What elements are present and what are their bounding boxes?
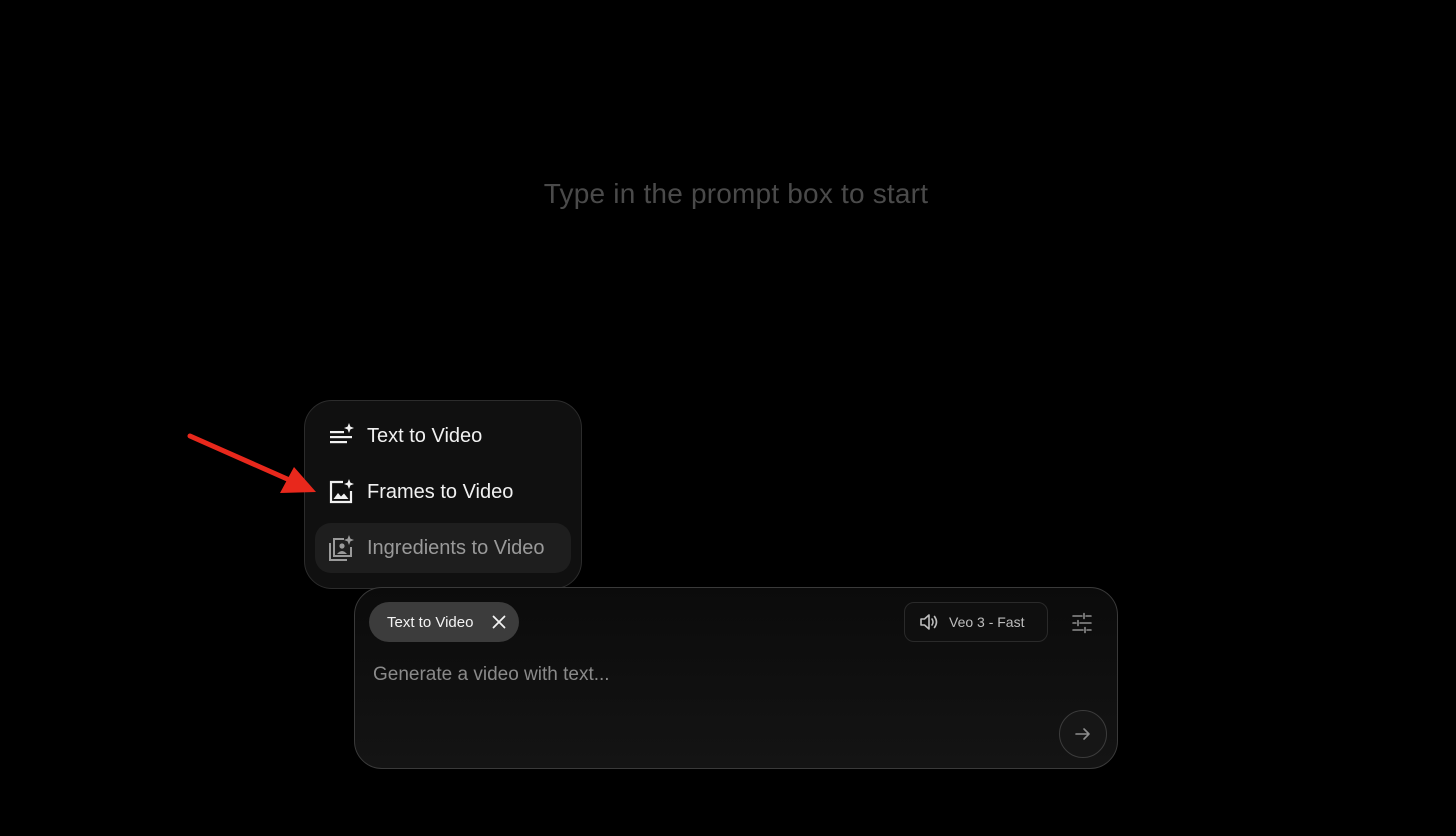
empty-state-hint: Type in the prompt box to start: [543, 178, 929, 209]
menu-item-label: Ingredients to Video: [367, 536, 545, 559]
send-button[interactable]: [1059, 710, 1107, 758]
menu-item-text-to-video[interactable]: Text to Video: [315, 411, 571, 461]
text-sparkle-icon: [327, 422, 355, 450]
model-selector-button[interactable]: Veo 3 - Fast: [904, 602, 1048, 642]
prompt-input[interactable]: [373, 660, 973, 690]
sliders-icon: [1072, 612, 1092, 634]
mode-chip[interactable]: Text to Video: [369, 602, 519, 642]
model-label: Veo 3 - Fast: [949, 614, 1025, 630]
menu-item-frames-to-video[interactable]: Frames to Video: [315, 467, 571, 517]
close-icon[interactable]: [489, 612, 509, 632]
volume-icon: [919, 612, 939, 632]
image-sparkle-icon: [327, 478, 355, 506]
page: Type in the prompt box to start Text to …: [0, 0, 1456, 836]
stacked-images-sparkle-icon: [327, 534, 355, 562]
menu-item-label: Frames to Video: [367, 480, 514, 503]
arrow-right-icon: [1075, 728, 1090, 740]
menu-item-label: Text to Video: [367, 424, 483, 447]
mode-menu: Text to Video Frames to Video Ingredient…: [304, 400, 582, 589]
mode-chip-label: Text to Video: [387, 613, 474, 631]
prompt-box: Text to Video Veo 3 - Fast: [354, 587, 1118, 769]
menu-item-ingredients-to-video[interactable]: Ingredients to Video: [315, 523, 571, 573]
settings-sliders-button[interactable]: [1069, 610, 1095, 636]
